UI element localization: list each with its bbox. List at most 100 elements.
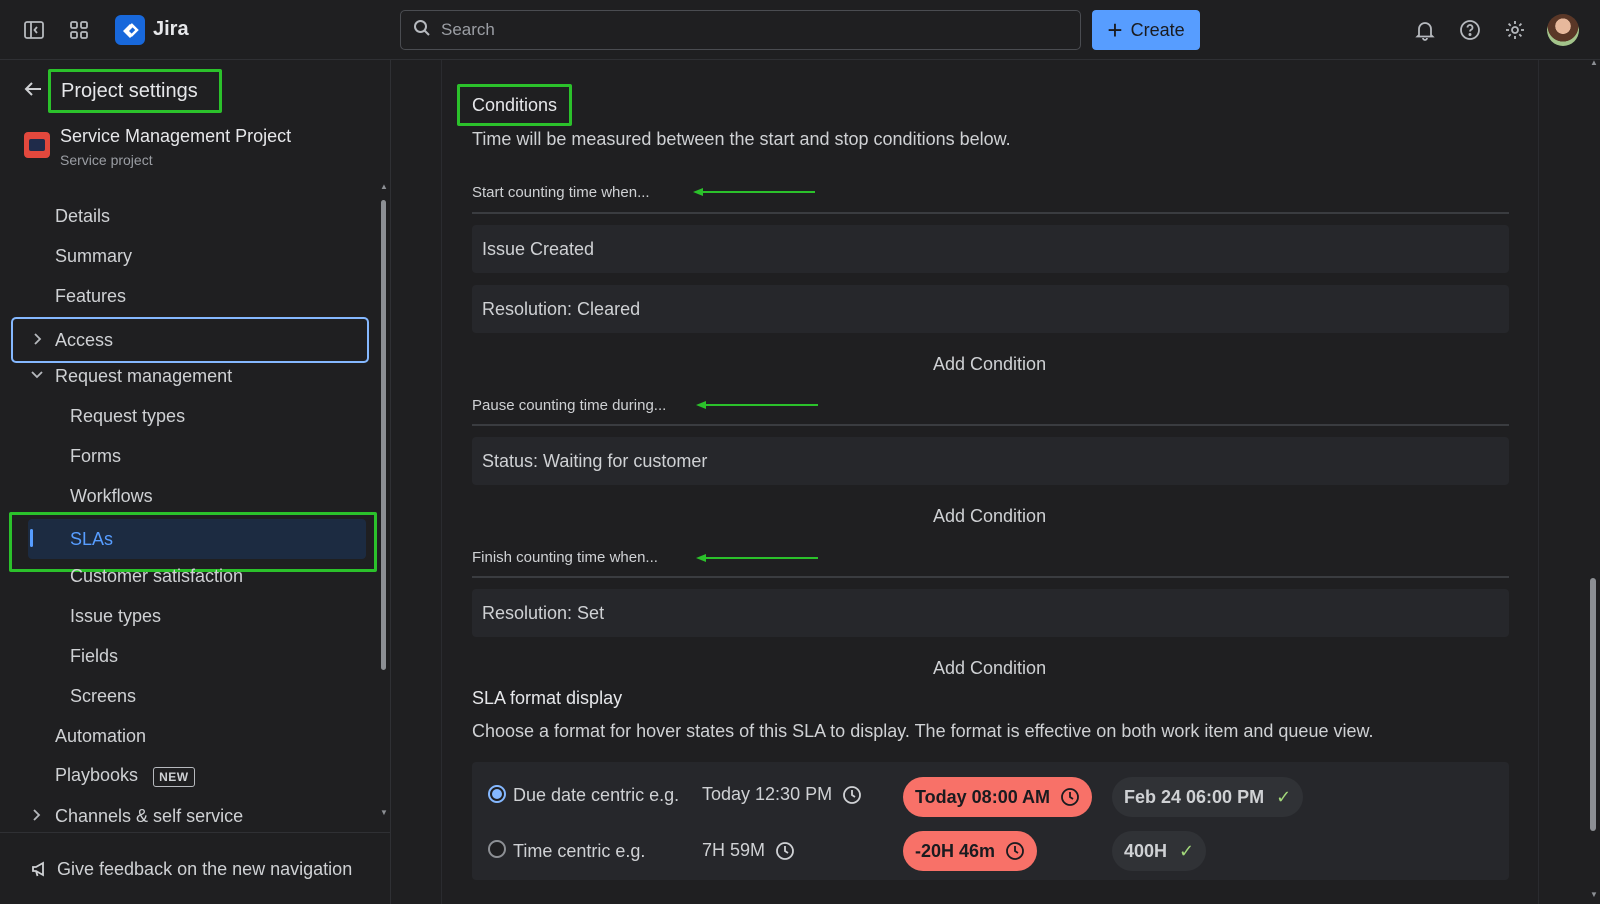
project-avatar-icon (24, 132, 50, 158)
sidebar-item-slas[interactable]: SLAs (28, 519, 366, 559)
check-icon: ✓ (1179, 840, 1195, 861)
green-arrow-icon (696, 554, 818, 562)
sidebar-scroll-down-icon[interactable]: ▼ (380, 808, 388, 817)
jira-logo-icon[interactable] (115, 15, 145, 45)
example-plain: Today 12:30 PM (702, 784, 862, 805)
megaphone-icon (30, 859, 50, 879)
divider (472, 212, 1509, 214)
time-centric-label[interactable]: Time centric e.g. (513, 841, 645, 862)
condition-row-resolution-set[interactable]: Resolution: Set (472, 589, 1509, 637)
sidebar-item-label: Channels & self service (55, 805, 244, 826)
sidebar-item-summary[interactable]: Summary (10, 237, 370, 275)
conditions-title: Conditions (457, 84, 572, 126)
new-badge: NEW (153, 767, 195, 787)
plus-icon: + (1107, 15, 1123, 45)
search-box[interactable] (400, 10, 1081, 50)
sidebar-item-workflows[interactable]: Workflows (10, 477, 370, 515)
sidebar-item-details[interactable]: Details (10, 197, 370, 235)
sidebar-item-label: Request management (55, 365, 233, 386)
sidebar-scrollbar[interactable] (381, 200, 386, 670)
create-button[interactable]: + Create (1092, 10, 1200, 50)
user-avatar[interactable] (1547, 14, 1579, 46)
main-scrollbar[interactable] (1590, 578, 1596, 831)
app-switcher-icon[interactable] (63, 14, 95, 46)
due-date-centric-radio[interactable] (488, 785, 506, 803)
example-met-pill: 400H ✓ (1112, 831, 1207, 871)
divider (472, 576, 1509, 578)
add-condition-button[interactable]: Add Condition (933, 354, 1046, 375)
sidebar-item-label: Request types (70, 405, 186, 426)
project-settings-title: Project settings (48, 69, 222, 113)
condition-row-issue-created[interactable]: Issue Created (472, 225, 1509, 273)
sidebar-item-label: Access (55, 329, 114, 350)
clock-icon (776, 841, 794, 860)
sidebar-item-label: Automation (55, 725, 147, 746)
feedback-label: Give feedback on the new navigation (57, 859, 353, 879)
finish-counting-heading: Finish counting time when... (472, 549, 658, 566)
back-arrow-icon[interactable] (22, 78, 48, 104)
sidebar-item-forms[interactable]: Forms (10, 437, 370, 475)
sla-format-description: Choose a format for hover states of this… (472, 721, 1374, 741)
sidebar-item-label: Features (55, 285, 127, 306)
start-counting-heading: Start counting time when... (472, 184, 650, 201)
example-plain-text: Today 12:30 PM (702, 784, 833, 804)
sidebar-item-label: Forms (70, 445, 121, 466)
sidebar-item-channels-self-service[interactable]: Channels & self service (10, 797, 370, 835)
sidebar-item-label: Screens (70, 685, 137, 706)
main-scroll-down-icon[interactable]: ▼ (1590, 890, 1598, 899)
example-plain: 7H 59M (702, 840, 795, 861)
sidebar-item-features[interactable]: Features (10, 277, 370, 315)
example-met-pill: Feb 24 06:00 PM ✓ (1112, 777, 1304, 817)
example-breached-text: -20H 46m (915, 840, 996, 861)
chevron-right-icon (30, 808, 42, 825)
due-date-centric-label[interactable]: Due date centric e.g. (513, 785, 679, 806)
example-breached-pill: -20H 46m (903, 831, 1038, 871)
chevron-right-icon (31, 332, 43, 349)
sidebar-item-customer-satisfaction[interactable]: Customer satisfaction (10, 557, 370, 595)
project-name[interactable]: Service Management Project (60, 126, 291, 147)
app-name[interactable]: Jira (153, 18, 189, 41)
sidebar-item-label: Customer satisfaction (70, 565, 244, 586)
settings-gear-icon[interactable] (1499, 14, 1531, 46)
sidebar-item-label-wrap: Playbooks NEW (55, 765, 195, 787)
sidebar-item-fields[interactable]: Fields (10, 637, 370, 675)
search-input[interactable] (441, 20, 1041, 40)
sidebar-item-automation[interactable]: Automation (10, 717, 370, 755)
add-condition-button[interactable]: Add Condition (933, 506, 1046, 527)
clock-icon (1006, 842, 1024, 860)
notifications-bell-icon[interactable] (1409, 14, 1441, 46)
sidebar-item-label: SLAs (70, 529, 114, 549)
active-indicator (30, 529, 33, 547)
clock-icon (843, 785, 861, 804)
green-arrow-icon (693, 188, 815, 196)
chevron-down-icon (30, 368, 44, 384)
help-icon[interactable] (1454, 14, 1486, 46)
example-breached-text: Today 08:00 AM (915, 786, 1051, 807)
conditions-description: Time will be measured between the start … (472, 129, 1011, 149)
sidebar-item-issue-types[interactable]: Issue types (10, 597, 370, 635)
check-icon: ✓ (1276, 786, 1292, 807)
sidebar-item-screens[interactable]: Screens (10, 677, 370, 715)
sidebar-item-request-types[interactable]: Request types (10, 397, 370, 435)
clock-icon (1061, 788, 1079, 806)
main-scroll-up-icon[interactable]: ▲ (1590, 58, 1598, 67)
sidebar-item-request-management[interactable]: Request management (10, 357, 370, 395)
sidebar-scroll-up-icon[interactable]: ▲ (380, 182, 388, 191)
time-centric-radio[interactable] (488, 840, 506, 858)
feedback-link[interactable]: Give feedback on the new navigation (0, 832, 390, 904)
search-icon (413, 19, 431, 42)
top-navigation: Jira + Create (0, 0, 1600, 60)
project-type: Service project (60, 152, 153, 168)
add-condition-button[interactable]: Add Condition (933, 658, 1046, 679)
sidebar-item-label: Playbooks (55, 765, 139, 785)
example-met-text: 400H (1124, 840, 1168, 861)
sidebar-item-playbooks[interactable]: Playbooks NEW (10, 757, 370, 795)
sidebar-toggle-icon[interactable] (18, 14, 50, 46)
condition-row-resolution-cleared[interactable]: Resolution: Cleared (472, 285, 1509, 333)
pause-counting-heading: Pause counting time during... (472, 397, 667, 414)
condition-row-waiting-for-customer[interactable]: Status: Waiting for customer (472, 437, 1509, 485)
green-arrow-icon (696, 401, 818, 409)
sidebar-item-label: Summary (55, 245, 133, 266)
example-breached-pill: Today 08:00 AM (903, 777, 1093, 817)
sidebar-item-label: Details (55, 205, 111, 226)
